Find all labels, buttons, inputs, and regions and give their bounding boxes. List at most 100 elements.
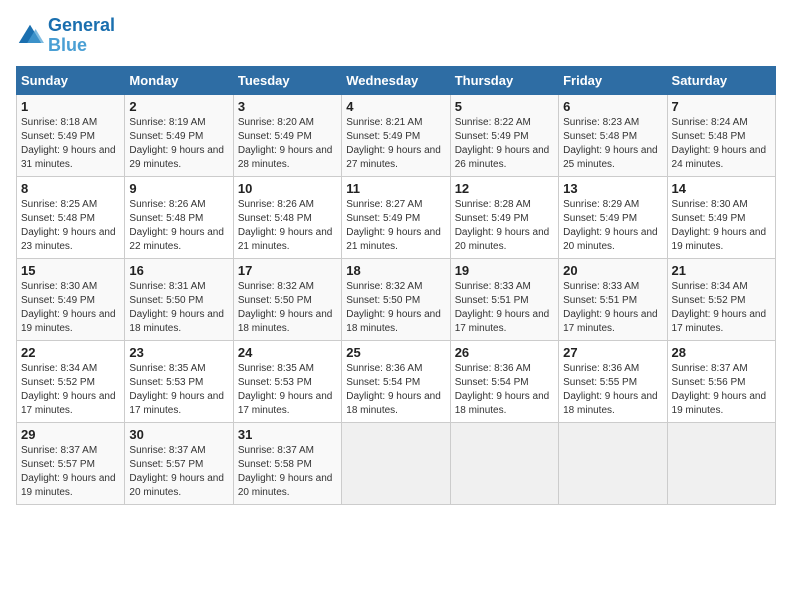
calendar-week-row: 1Sunrise: 8:18 AM Sunset: 5:49 PM Daylig…: [17, 94, 776, 176]
weekday-header: Sunday: [17, 66, 125, 94]
calendar-cell: 31 Sunrise: 8:37 AM Sunset: 5:58 PM Dayli…: [233, 422, 341, 504]
day-number: 4: [346, 99, 445, 114]
day-number: 31: [238, 427, 337, 442]
calendar-cell: 26 Sunrise: 8:36 AM Sunset: 5:54 PM Dayli…: [450, 340, 558, 422]
day-number: 14: [672, 181, 771, 196]
day-info: Sunrise: 8:18 AM Sunset: 5:49 PM Dayligh…: [21, 116, 120, 172]
calendar-cell: 1Sunrise: 8:18 AM Sunset: 5:49 PM Daylig…: [17, 94, 125, 176]
day-info: Sunrise: 8:25 AM Sunset: 5:48 PM Dayligh…: [21, 198, 120, 254]
day-number: 12: [455, 181, 554, 196]
calendar-table: SundayMondayTuesdayWednesdayThursdayFrid…: [16, 66, 776, 505]
calendar-cell: 11Sunrise: 8:27 AM Sunset: 5:49 PM Dayli…: [342, 176, 450, 258]
day-number: 11: [346, 181, 445, 196]
day-number: 22: [21, 345, 120, 360]
day-number: 24: [238, 345, 337, 360]
weekday-header: Friday: [559, 66, 667, 94]
day-info: Sunrise: 8:36 AM Sunset: 5:55 PM Dayligh…: [563, 362, 662, 418]
calendar-cell: [450, 422, 558, 504]
calendar-cell: 9 Sunrise: 8:26 AM Sunset: 5:48 PM Daylig…: [125, 176, 233, 258]
calendar-cell: 18 Sunrise: 8:32 AM Sunset: 5:50 PM Dayli…: [342, 258, 450, 340]
calendar-cell: 30 Sunrise: 8:37 AM Sunset: 5:57 PM Dayli…: [125, 422, 233, 504]
logo: General Blue: [16, 16, 115, 56]
calendar-cell: 24 Sunrise: 8:35 AM Sunset: 5:53 PM Dayli…: [233, 340, 341, 422]
calendar-week-row: 8 Sunrise: 8:25 AM Sunset: 5:48 PM Daylig…: [17, 176, 776, 258]
day-number: 29: [21, 427, 120, 442]
calendar-cell: 21 Sunrise: 8:34 AM Sunset: 5:52 PM Dayli…: [667, 258, 775, 340]
day-info: Sunrise: 8:30 AM Sunset: 5:49 PM Dayligh…: [672, 198, 771, 254]
day-info: Sunrise: 8:33 AM Sunset: 5:51 PM Dayligh…: [455, 280, 554, 336]
calendar-week-row: 22 Sunrise: 8:34 AM Sunset: 5:52 PM Dayli…: [17, 340, 776, 422]
calendar-cell: 27 Sunrise: 8:36 AM Sunset: 5:55 PM Dayli…: [559, 340, 667, 422]
day-info: Sunrise: 8:22 AM Sunset: 5:49 PM Dayligh…: [455, 116, 554, 172]
calendar-header: SundayMondayTuesdayWednesdayThursdayFrid…: [17, 66, 776, 94]
day-info: Sunrise: 8:30 AM Sunset: 5:49 PM Dayligh…: [21, 280, 120, 336]
calendar-cell: 22 Sunrise: 8:34 AM Sunset: 5:52 PM Dayli…: [17, 340, 125, 422]
day-number: 25: [346, 345, 445, 360]
weekday-header: Monday: [125, 66, 233, 94]
day-info: Sunrise: 8:19 AM Sunset: 5:49 PM Dayligh…: [129, 116, 228, 172]
day-number: 5: [455, 99, 554, 114]
day-number: 9: [129, 181, 228, 196]
day-info: Sunrise: 8:37 AM Sunset: 5:57 PM Dayligh…: [129, 444, 228, 500]
logo-text: General Blue: [48, 16, 115, 56]
day-info: Sunrise: 8:23 AM Sunset: 5:48 PM Dayligh…: [563, 116, 662, 172]
day-info: Sunrise: 8:34 AM Sunset: 5:52 PM Dayligh…: [672, 280, 771, 336]
calendar-cell: [559, 422, 667, 504]
calendar-cell: 17 Sunrise: 8:32 AM Sunset: 5:50 PM Dayli…: [233, 258, 341, 340]
day-number: 30: [129, 427, 228, 442]
weekday-header: Tuesday: [233, 66, 341, 94]
day-number: 19: [455, 263, 554, 278]
calendar-cell: [342, 422, 450, 504]
day-info: Sunrise: 8:28 AM Sunset: 5:49 PM Dayligh…: [455, 198, 554, 254]
calendar-cell: 12 Sunrise: 8:28 AM Sunset: 5:49 PM Dayli…: [450, 176, 558, 258]
day-number: 15: [21, 263, 120, 278]
calendar-cell: 29 Sunrise: 8:37 AM Sunset: 5:57 PM Dayli…: [17, 422, 125, 504]
day-info: Sunrise: 8:33 AM Sunset: 5:51 PM Dayligh…: [563, 280, 662, 336]
day-number: 2: [129, 99, 228, 114]
calendar-cell: 19 Sunrise: 8:33 AM Sunset: 5:51 PM Dayli…: [450, 258, 558, 340]
day-info: Sunrise: 8:36 AM Sunset: 5:54 PM Dayligh…: [455, 362, 554, 418]
day-number: 20: [563, 263, 662, 278]
day-info: Sunrise: 8:37 AM Sunset: 5:56 PM Dayligh…: [672, 362, 771, 418]
calendar-cell: 10Sunrise: 8:26 AM Sunset: 5:48 PM Dayli…: [233, 176, 341, 258]
calendar-cell: 7 Sunrise: 8:24 AM Sunset: 5:48 PM Daylig…: [667, 94, 775, 176]
day-number: 16: [129, 263, 228, 278]
day-number: 23: [129, 345, 228, 360]
day-info: Sunrise: 8:32 AM Sunset: 5:50 PM Dayligh…: [238, 280, 337, 336]
day-info: Sunrise: 8:34 AM Sunset: 5:52 PM Dayligh…: [21, 362, 120, 418]
calendar-cell: 25 Sunrise: 8:36 AM Sunset: 5:54 PM Dayli…: [342, 340, 450, 422]
calendar-cell: 8 Sunrise: 8:25 AM Sunset: 5:48 PM Daylig…: [17, 176, 125, 258]
day-info: Sunrise: 8:20 AM Sunset: 5:49 PM Dayligh…: [238, 116, 337, 172]
day-number: 8: [21, 181, 120, 196]
day-info: Sunrise: 8:36 AM Sunset: 5:54 PM Dayligh…: [346, 362, 445, 418]
day-number: 26: [455, 345, 554, 360]
calendar-cell: 14 Sunrise: 8:30 AM Sunset: 5:49 PM Dayli…: [667, 176, 775, 258]
calendar-cell: 20 Sunrise: 8:33 AM Sunset: 5:51 PM Dayli…: [559, 258, 667, 340]
calendar-week-row: 15 Sunrise: 8:30 AM Sunset: 5:49 PM Dayli…: [17, 258, 776, 340]
weekday-header: Thursday: [450, 66, 558, 94]
day-number: 3: [238, 99, 337, 114]
day-info: Sunrise: 8:29 AM Sunset: 5:49 PM Dayligh…: [563, 198, 662, 254]
day-number: 10: [238, 181, 337, 196]
day-info: Sunrise: 8:35 AM Sunset: 5:53 PM Dayligh…: [238, 362, 337, 418]
day-number: 28: [672, 345, 771, 360]
day-info: Sunrise: 8:37 AM Sunset: 5:58 PM Dayligh…: [238, 444, 337, 500]
day-number: 13: [563, 181, 662, 196]
calendar-cell: 13 Sunrise: 8:29 AM Sunset: 5:49 PM Dayli…: [559, 176, 667, 258]
page-header: General Blue: [16, 16, 776, 56]
weekday-header: Saturday: [667, 66, 775, 94]
calendar-cell: 4Sunrise: 8:21 AM Sunset: 5:49 PM Daylig…: [342, 94, 450, 176]
day-info: Sunrise: 8:24 AM Sunset: 5:48 PM Dayligh…: [672, 116, 771, 172]
weekday-header: Wednesday: [342, 66, 450, 94]
day-number: 18: [346, 263, 445, 278]
day-info: Sunrise: 8:37 AM Sunset: 5:57 PM Dayligh…: [21, 444, 120, 500]
calendar-cell: 3 Sunrise: 8:20 AM Sunset: 5:49 PM Daylig…: [233, 94, 341, 176]
day-info: Sunrise: 8:32 AM Sunset: 5:50 PM Dayligh…: [346, 280, 445, 336]
day-number: 17: [238, 263, 337, 278]
day-number: 21: [672, 263, 771, 278]
day-info: Sunrise: 8:26 AM Sunset: 5:48 PM Dayligh…: [129, 198, 228, 254]
logo-icon: [16, 22, 44, 50]
calendar-cell: 5 Sunrise: 8:22 AM Sunset: 5:49 PM Daylig…: [450, 94, 558, 176]
day-number: 7: [672, 99, 771, 114]
day-number: 27: [563, 345, 662, 360]
